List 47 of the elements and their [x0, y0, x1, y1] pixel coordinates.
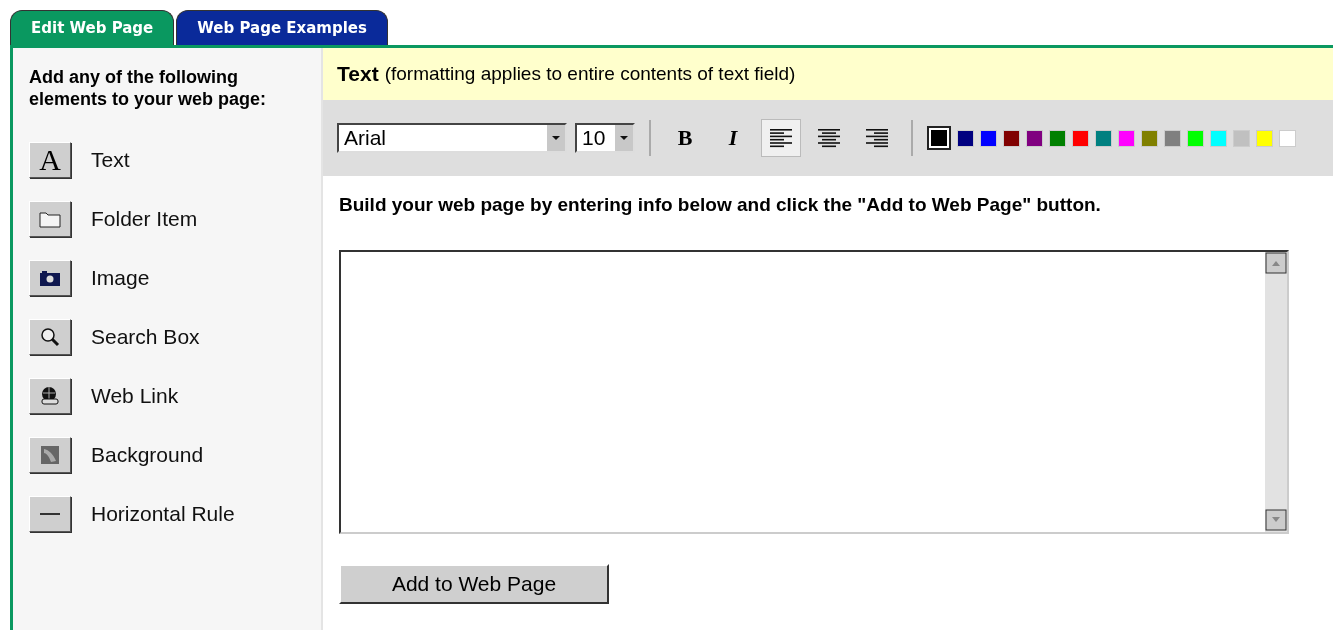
- color-swatch[interactable]: [1118, 129, 1135, 147]
- color-swatch[interactable]: [980, 129, 997, 147]
- element-label: Folder Item: [91, 206, 198, 231]
- size-select[interactable]: 10: [575, 123, 635, 153]
- image-button[interactable]: [29, 259, 71, 296]
- scrollbar[interactable]: [1265, 252, 1287, 532]
- background-button[interactable]: [29, 436, 71, 473]
- color-swatch[interactable]: [1003, 129, 1020, 147]
- element-label: Horizontal Rule: [91, 501, 235, 526]
- text-tool-button[interactable]: A: [29, 141, 71, 178]
- web-link-button[interactable]: [29, 377, 71, 414]
- sidebar-heading: Add any of the following elements to your web page:: [29, 66, 268, 110]
- element-label: Search Box: [91, 324, 200, 349]
- color-swatch[interactable]: [1256, 129, 1273, 147]
- color-swatch[interactable]: [1072, 129, 1089, 147]
- folder-button[interactable]: [29, 200, 71, 237]
- color-swatch[interactable]: [1233, 129, 1250, 147]
- color-swatch[interactable]: [1210, 129, 1227, 147]
- color-swatch[interactable]: [1141, 129, 1158, 147]
- line-icon: [40, 512, 60, 515]
- element-label: Web Link: [91, 383, 179, 408]
- font-select[interactable]: Arial: [337, 123, 567, 153]
- color-swatch[interactable]: [1187, 129, 1204, 147]
- align-button[interactable]: [761, 119, 801, 157]
- italic-button[interactable]: I: [713, 119, 753, 157]
- horizontal-rule-button[interactable]: [29, 495, 71, 532]
- align-right-icon: [864, 127, 890, 149]
- panel-note: (formatting applies to entire contents of text field): [384, 63, 796, 85]
- search-box-button[interactable]: [29, 318, 71, 355]
- add-to-web-page-button[interactable]: Add to Web Page: [339, 564, 609, 604]
- tab[interactable]: Edit Web Page: [10, 10, 175, 45]
- element-label: Text: [91, 147, 130, 172]
- color-swatch[interactable]: [1279, 129, 1296, 147]
- instructions: Build your web page by entering info below and click the "Add to Web Page" button.: [339, 194, 1102, 216]
- color-swatch[interactable]: [1095, 129, 1112, 147]
- element-label: Background: [91, 442, 204, 467]
- text-area-field[interactable]: [339, 250, 1289, 534]
- align-center-icon: [816, 127, 842, 149]
- color-swatch[interactable]: [1049, 129, 1066, 147]
- color-swatch[interactable]: [1164, 129, 1181, 147]
- element-label: Image: [91, 265, 150, 290]
- panel-title: Text: [337, 62, 379, 86]
- color-swatch[interactable]: [1026, 129, 1043, 147]
- align-left-icon: [768, 127, 794, 149]
- tab[interactable]: Web Page Examples: [176, 10, 388, 45]
- color-swatch[interactable]: [957, 129, 974, 147]
- bold-button[interactable]: B: [665, 119, 705, 157]
